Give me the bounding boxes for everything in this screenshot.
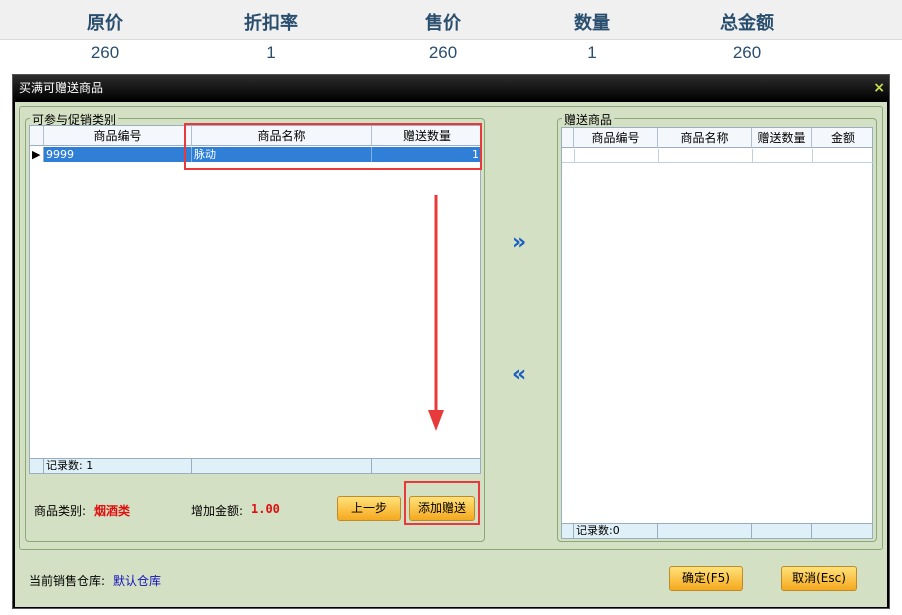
prev-step-button[interactable]: 上一步	[337, 496, 401, 521]
empty-cell-divider	[752, 149, 753, 163]
header-sale-price: 售价	[425, 13, 461, 34]
footer-cell	[192, 459, 372, 473]
warehouse-label: 当前销售仓库:	[29, 574, 106, 588]
close-icon[interactable]: ×	[873, 75, 885, 101]
dialog-title: 买满可赠送商品	[19, 81, 104, 95]
empty-cell-divider	[812, 149, 813, 163]
annotation-box-add-gift	[404, 481, 480, 525]
move-left-icon[interactable]: «	[512, 362, 526, 387]
header-total-amount: 总金额	[720, 13, 774, 34]
cancel-button[interactable]: 取消(Esc)	[781, 566, 857, 591]
row-indicator-header	[30, 126, 44, 146]
cell-product-code: 9999	[44, 147, 192, 162]
value-sale-price: 260	[428, 43, 458, 62]
eligible-category-group: 可参与促销类别 商品编号 商品名称 赠送数量 ▶ 9999 脉动 1 记录数: …	[25, 111, 485, 542]
ok-button[interactable]: 确定(F5)	[669, 566, 743, 591]
col-product-code[interactable]: 商品编号	[44, 126, 192, 146]
empty-cell-divider	[574, 149, 575, 163]
category-label: 商品类别:	[34, 504, 87, 518]
eligible-grid-footer: 记录数: 1	[30, 458, 480, 473]
move-right-icon[interactable]: »	[512, 230, 526, 255]
gift-grid[interactable]: 商品编号 商品名称 赠送数量 金额 记录数:0	[561, 127, 874, 539]
dialog-titlebar: 买满可赠送商品 ×	[13, 75, 889, 101]
footer-cell	[372, 459, 482, 473]
eligible-record-count: 记录数: 1	[44, 459, 192, 473]
summary-header-row: 原价 折扣率 售价 数量 总金额	[0, 0, 902, 40]
added-amount-label: 增加金额:	[191, 504, 244, 518]
added-amount-value: 1.00	[251, 502, 280, 516]
footer-indicator	[562, 524, 574, 538]
gift-col-qty[interactable]: 赠送数量	[752, 128, 812, 148]
footer-indicator	[30, 459, 44, 473]
category-value: 烟酒类	[94, 504, 131, 518]
empty-row	[562, 149, 874, 163]
value-total-amount: 260	[732, 43, 762, 62]
eligible-grid[interactable]: 商品编号 商品名称 赠送数量 ▶ 9999 脉动 1 记录数: 1	[29, 125, 481, 474]
footer-cell	[658, 524, 752, 538]
gift-grid-header: 商品编号 商品名称 赠送数量 金额	[562, 128, 872, 148]
gift-grid-footer: 记录数:0	[562, 523, 872, 538]
price-summary: 原价 折扣率 售价 数量 总金额 260 1 260 1 260	[0, 0, 902, 70]
gift-group-title: 赠送商品	[562, 111, 615, 128]
annotation-arrow-icon	[428, 195, 444, 431]
value-original-price: 260	[90, 43, 120, 62]
gift-col-name[interactable]: 商品名称	[658, 128, 752, 148]
gift-col-code[interactable]: 商品编号	[574, 128, 658, 148]
header-quantity: 数量	[574, 13, 610, 34]
empty-cell-divider	[658, 149, 659, 163]
footer-cell	[812, 524, 874, 538]
gift-record-count: 记录数:0	[574, 524, 658, 538]
value-quantity: 1	[587, 43, 597, 62]
dialog-body: 可参与促销类别 商品编号 商品名称 赠送数量 ▶ 9999 脉动 1 记录数: …	[15, 102, 887, 607]
gift-products-group: 赠送商品 商品编号 商品名称 赠送数量 金额 记录数:0	[557, 111, 877, 542]
value-discount-rate: 1	[266, 43, 276, 62]
footer-cell	[752, 524, 812, 538]
header-original-price: 原价	[87, 13, 123, 34]
header-discount-rate: 折扣率	[244, 13, 298, 34]
warehouse-value: 默认仓库	[113, 574, 162, 588]
row-indicator-header	[562, 128, 574, 148]
annotation-box-columns	[184, 123, 482, 170]
row-pointer-icon: ▶	[30, 147, 44, 162]
gift-col-amount[interactable]: 金额	[812, 128, 874, 148]
